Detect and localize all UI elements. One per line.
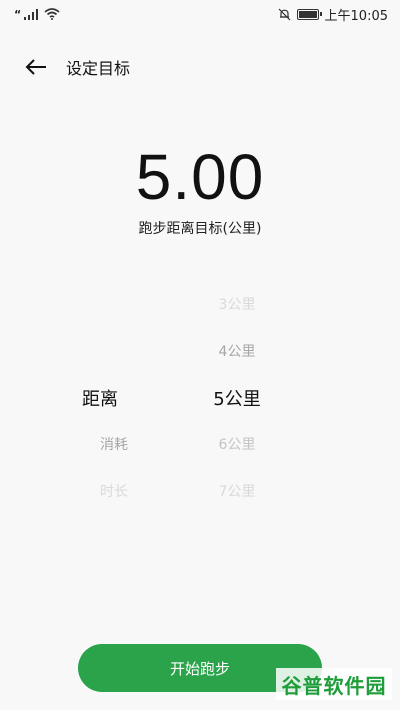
type-option[interactable]: 时长: [54, 481, 174, 501]
status-time: 上午10:05: [324, 8, 388, 24]
mute-bell-icon: [278, 8, 290, 20]
goal-label: 跑步距离目标(公里): [138, 221, 262, 237]
status-left: “: [14, 8, 60, 21]
value-option-selected[interactable]: 5公里: [177, 385, 297, 411]
header: 设定目标: [0, 50, 400, 84]
signal-icon: [24, 8, 39, 20]
type-option-selected[interactable]: 距离: [40, 385, 160, 411]
status-right: 上午10:05: [278, 5, 388, 24]
wifi-icon: [44, 8, 60, 20]
value-option[interactable]: 3公里: [177, 294, 297, 314]
value-option[interactable]: 7公里: [177, 481, 297, 501]
goal-value: 5.00: [135, 141, 265, 213]
type-option[interactable]: 消耗: [54, 434, 174, 454]
status-bar: “ 上午10:05: [0, 0, 400, 28]
arrow-left-icon: [25, 59, 46, 75]
watermark: 谷普软件园: [276, 668, 392, 700]
battery-icon: [296, 8, 322, 20]
value-option[interactable]: 6公里: [177, 434, 297, 454]
carrier-mark: “: [14, 7, 21, 21]
page-title: 设定目标: [66, 59, 131, 78]
value-option[interactable]: 4公里: [177, 341, 297, 361]
back-button[interactable]: [22, 53, 50, 81]
